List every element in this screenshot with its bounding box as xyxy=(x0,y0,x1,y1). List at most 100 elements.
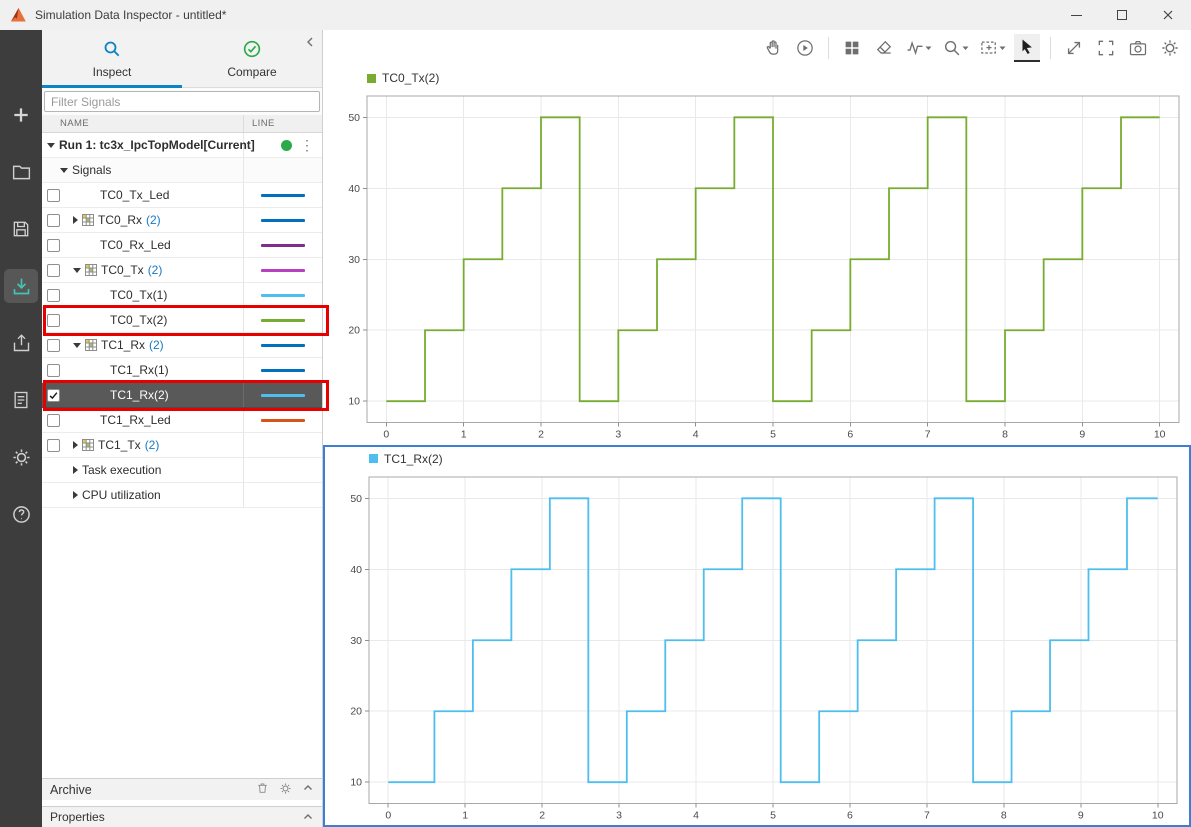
collapse-archive-icon[interactable] xyxy=(302,782,314,797)
tab-inspect[interactable]: Inspect xyxy=(42,30,182,88)
archive-settings-gear-icon[interactable] xyxy=(279,782,292,798)
expand-caret-icon[interactable] xyxy=(73,216,78,224)
grid-layout-icon xyxy=(845,41,859,55)
checkbox-tc1-rx-1[interactable] xyxy=(47,363,60,377)
minimize-button[interactable] xyxy=(1053,0,1099,30)
line-style-swatch[interactable] xyxy=(261,418,305,422)
svg-text:8: 8 xyxy=(1002,429,1008,441)
tc0-rx-led-row[interactable]: TC0_Rx_Led xyxy=(42,233,322,258)
archive-label: Archive xyxy=(50,782,92,797)
expand-caret-icon[interactable] xyxy=(47,142,55,148)
checkbox-tc0-rx-led[interactable] xyxy=(47,238,60,252)
zoom-region-icon xyxy=(981,41,996,54)
expand-caret-icon[interactable] xyxy=(73,267,81,273)
channel-count-link[interactable]: (2) xyxy=(145,438,160,452)
line-style-swatch[interactable] xyxy=(261,318,305,322)
trash-icon[interactable] xyxy=(256,781,269,798)
tc0-tx-2-row[interactable]: TC0_Tx(2) xyxy=(42,308,322,333)
tc0-tx-led-row[interactable]: TC0_Tx_Led xyxy=(42,183,322,208)
plot-settings-button[interactable] xyxy=(1157,34,1183,62)
legend-swatch xyxy=(367,73,376,83)
tc1-rx-row[interactable]: TC1_Rx (2) xyxy=(42,333,322,358)
collapse-sidebar-icon[interactable] xyxy=(304,36,316,51)
filter-signals-input[interactable] xyxy=(44,91,320,112)
svg-text:10: 10 xyxy=(1154,429,1166,441)
import-button[interactable] xyxy=(4,269,38,303)
checkbox-tc1-rx[interactable] xyxy=(47,338,60,352)
tab-compare[interactable]: Compare xyxy=(182,30,322,87)
pointer-tool-button[interactable] xyxy=(1014,34,1040,62)
expand-plot-button[interactable] xyxy=(1061,34,1087,62)
expand-caret-icon[interactable] xyxy=(60,167,68,173)
save-button[interactable] xyxy=(4,212,38,246)
play-circle-icon xyxy=(797,40,813,56)
archive-section-header[interactable]: Archive xyxy=(42,778,322,800)
tc1-tx-row[interactable]: TC1_Tx (2) xyxy=(42,433,322,458)
cursor-arrow-icon xyxy=(1022,39,1032,55)
zoom-region-button[interactable] xyxy=(977,34,1008,62)
waveform-chart-tc1-rx2[interactable]: 0 1 2 3 4 5 6 7 8 9 10 10 20 30 40 50 xyxy=(325,471,1189,826)
properties-label: Properties xyxy=(50,810,105,824)
expand-caret-icon[interactable] xyxy=(73,491,78,499)
subplot-layout-button[interactable] xyxy=(839,34,865,62)
tc0-rx-row[interactable]: TC0_Rx (2) xyxy=(42,208,322,233)
tc0-tx-1-row[interactable]: TC0_Tx(1) xyxy=(42,283,322,308)
zoom-button[interactable] xyxy=(940,34,971,62)
plot-area: TC0_Tx(2) 0 1 2 3 4 5 6 7 8 9 10 10 20 30 40 50 TC1_Rx(… xyxy=(323,30,1191,827)
line-style-swatch[interactable] xyxy=(261,218,305,222)
properties-section-header[interactable]: Properties xyxy=(42,806,322,827)
checkbox-tc1-rx-2[interactable] xyxy=(47,388,60,402)
maximize-button[interactable] xyxy=(1099,0,1145,30)
row-label: TC0_Tx xyxy=(101,263,144,277)
snapshot-button[interactable] xyxy=(1125,34,1151,62)
fit-to-view-button[interactable] xyxy=(1093,34,1119,62)
tc1-rx-1-row[interactable]: TC1_Rx(1) xyxy=(42,358,322,383)
run-menu-icon[interactable]: ⋮ xyxy=(300,138,314,152)
row-label: TC0_Tx_Led xyxy=(100,188,170,202)
line-style-swatch[interactable] xyxy=(261,343,305,347)
signals-row[interactable]: Signals xyxy=(42,158,322,183)
line-style-swatch[interactable] xyxy=(261,268,305,272)
pan-tool-button[interactable] xyxy=(760,34,786,62)
add-button[interactable] xyxy=(4,98,38,132)
tc1-rx-led-row[interactable]: TC1_Rx_Led xyxy=(42,408,322,433)
subplot-2-selected[interactable]: TC1_Rx(2) 0 1 2 3 4 5 6 7 8 9 10 10 20 30 40 50 xyxy=(323,444,1191,827)
create-report-button[interactable] xyxy=(4,383,38,417)
checkbox-tc0-rx[interactable] xyxy=(47,213,60,227)
subplot-1[interactable]: TC0_Tx(2) 0 1 2 3 4 5 6 7 8 9 10 10 20 30 40 50 xyxy=(323,66,1191,445)
expand-caret-icon[interactable] xyxy=(73,342,81,348)
line-style-swatch[interactable] xyxy=(261,293,305,297)
data-brush-button[interactable] xyxy=(871,34,897,62)
line-style-swatch[interactable] xyxy=(261,393,305,397)
expand-caret-icon[interactable] xyxy=(73,441,78,449)
checkbox-tc0-tx[interactable] xyxy=(47,263,60,277)
checkbox-tc1-tx[interactable] xyxy=(47,438,60,452)
channel-count-link[interactable]: (2) xyxy=(146,213,161,227)
line-style-swatch[interactable] xyxy=(261,193,305,197)
svg-text:20: 20 xyxy=(348,325,360,337)
signal-trace-button[interactable] xyxy=(903,34,934,62)
preferences-button[interactable] xyxy=(4,440,38,474)
run-1-tc3x-ipctopmodel-current-row[interactable]: Run 1: tc3x_IpcTopModel[Current] ⋮ xyxy=(42,133,322,158)
checkbox-tc1-rx-led[interactable] xyxy=(47,413,60,427)
waveform-chart-tc0-tx2[interactable]: 0 1 2 3 4 5 6 7 8 9 10 10 20 30 40 50 xyxy=(323,90,1191,445)
task-execution-row[interactable]: Task execution xyxy=(42,458,322,483)
channel-count-link[interactable]: (2) xyxy=(148,263,163,277)
close-button[interactable] xyxy=(1145,0,1191,30)
help-button[interactable] xyxy=(4,497,38,531)
checkbox-tc0-tx-2[interactable] xyxy=(47,313,60,327)
open-button[interactable] xyxy=(4,155,38,189)
collapse-properties-icon[interactable] xyxy=(302,811,314,823)
export-button[interactable] xyxy=(4,326,38,360)
cpu-utilization-row[interactable]: CPU utilization xyxy=(42,483,322,508)
gear-icon xyxy=(12,448,30,466)
checkbox-tc0-tx-led[interactable] xyxy=(47,188,60,202)
line-style-swatch[interactable] xyxy=(261,368,305,372)
line-style-swatch[interactable] xyxy=(261,243,305,247)
channel-count-link[interactable]: (2) xyxy=(149,338,164,352)
expand-caret-icon[interactable] xyxy=(73,466,78,474)
tc0-tx-row[interactable]: TC0_Tx (2) xyxy=(42,258,322,283)
checkbox-tc0-tx-1[interactable] xyxy=(47,288,60,302)
replay-button[interactable] xyxy=(792,34,818,62)
tc1-rx-2-row[interactable]: TC1_Rx(2) xyxy=(42,383,322,408)
